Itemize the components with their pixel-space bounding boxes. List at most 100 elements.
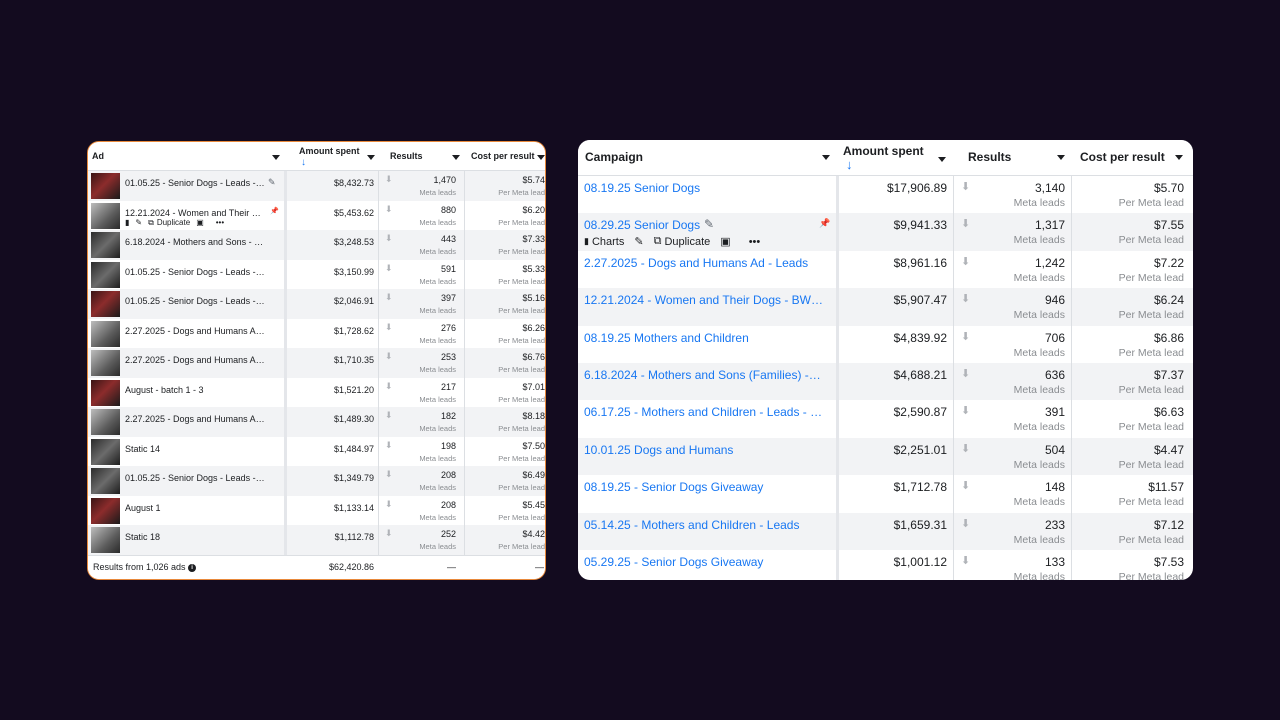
duplicate-button[interactable]: ⧉ Duplicate [148, 218, 190, 228]
header-campaign[interactable]: Campaign [585, 150, 643, 185]
sort-arrow-icon[interactable]: ↓ [301, 157, 306, 168]
table-row[interactable]: 08.19.25 Mothers and Children $4,839.92 ⬇ 7… [578, 326, 1193, 363]
ad-thumbnail[interactable] [91, 409, 120, 435]
caret-down-icon[interactable] [367, 155, 375, 160]
ad-thumbnail[interactable] [91, 320, 120, 347]
table-row[interactable]: 2.27.2025 - Dogs and Humans Ad -… $1,710.… [88, 348, 545, 378]
cost-per-result-unit: Per Meta lead [498, 483, 545, 492]
caret-down-icon[interactable] [272, 155, 280, 160]
campaign-name-link[interactable]: 06.17.25 - Mothers and Children - Leads … [584, 405, 824, 419]
more-icon[interactable]: ••• [749, 236, 761, 248]
pin-icon[interactable]: 📌 [819, 218, 830, 229]
ad-name[interactable]: 01.05.25 - Senior Dogs - Leads - JS… [125, 267, 265, 277]
duplicate-button[interactable]: ⧉ Duplicate [654, 235, 711, 248]
campaign-name-link[interactable]: 6.18.2024 - Mothers and Sons (Families) … [584, 368, 824, 382]
column-divider[interactable] [1071, 140, 1072, 580]
table-row[interactable]: 01.05.25 - Senior Dogs - Leads - JS… $3,1… [88, 260, 545, 290]
pencil-icon[interactable]: ✎ [135, 218, 142, 227]
campaign-name-link[interactable]: 08.19.25 Mothers and Children [584, 331, 824, 345]
ad-name[interactable]: 2.27.2025 - Dogs and Humans Ad -… [125, 414, 265, 424]
caret-down-icon[interactable] [938, 157, 946, 162]
ad-name[interactable]: 01.05.25 - Senior Dogs - Leads -… [125, 178, 265, 188]
table-row[interactable]: 08.29.25 Senior Dogs ✎ 📌 ▮ Charts ✎ ⧉ Duplicate… [578, 213, 1193, 251]
table-row[interactable]: 10.01.25 Dogs and Humans $2,251.01 ⬇ 504 Met… [578, 437, 1193, 476]
ad-thumbnail[interactable] [91, 379, 120, 406]
caret-down-icon[interactable] [1057, 155, 1065, 160]
info-icon[interactable]: i [188, 563, 197, 572]
campaign-name-link[interactable]: 2.27.2025 - Dogs and Humans Ad - Leads [584, 256, 824, 270]
column-divider[interactable] [836, 140, 839, 580]
results-unit: Meta leads [419, 276, 456, 286]
table-row[interactable]: 06.17.25 - Mothers and Children - Leads … [578, 400, 1193, 437]
table-row[interactable]: 01.05.25 - Senior Dogs - Leads - JS… $1,3… [88, 466, 545, 496]
caret-down-icon[interactable] [1175, 155, 1183, 160]
ad-name[interactable]: Static 18 [125, 532, 265, 542]
caret-down-icon[interactable] [822, 155, 830, 160]
ad-name[interactable]: 01.05.25 - Senior Dogs - Leads - JS… [125, 296, 265, 306]
ad-name[interactable]: 12.21.2024 - Women and Their D… [125, 208, 265, 218]
campaign-name-link[interactable]: 05.29.25 - Senior Dogs Giveaway [584, 555, 824, 569]
caret-down-icon[interactable] [452, 155, 460, 160]
table-row[interactable]: 05.14.25 - Mothers and Children - Leads $… [578, 512, 1193, 550]
table-row[interactable]: 01.05.25 - Senior Dogs - Leads - JS… $2,0… [88, 289, 545, 319]
column-divider[interactable] [284, 142, 287, 579]
charts-button[interactable]: ▮ Charts [584, 236, 624, 248]
preview-icon[interactable]: ▣ [196, 218, 204, 227]
cost-per-result-unit: Per Meta lead [498, 306, 545, 315]
column-divider[interactable] [953, 140, 954, 580]
ad-thumbnail[interactable] [91, 350, 120, 376]
campaign-name-link[interactable]: 10.01.25 Dogs and Humans [584, 443, 824, 457]
pencil-icon[interactable]: ✎ [634, 235, 643, 248]
pencil-icon[interactable]: ✎ [704, 217, 714, 231]
table-row[interactable]: August - batch 1 - 3 $1,521.20 ⬇ 217 Meta le… [88, 378, 545, 408]
column-divider[interactable] [464, 142, 465, 579]
header-amount-spent[interactable]: Amount spent [843, 144, 924, 179]
header-results[interactable]: Results [390, 151, 423, 179]
campaign-name-link[interactable]: 08.19.25 - Senior Dogs Giveaway [584, 480, 824, 494]
column-divider[interactable] [378, 142, 379, 579]
cost-per-result-unit: Per Meta lead [498, 365, 545, 374]
header-results[interactable]: Results [968, 150, 1011, 185]
ad-thumbnail[interactable] [91, 497, 120, 524]
table-row[interactable]: August 1 $1,133.14 ⬇ 208 Meta leads $5.45 Per … [88, 496, 545, 526]
campaign-name-link[interactable]: 05.14.25 - Mothers and Children - Leads [584, 518, 824, 532]
ad-name[interactable]: Static 14 [125, 444, 265, 454]
more-icon[interactable]: ••• [216, 218, 224, 227]
header-amount-spent[interactable]: Amount spent [299, 146, 360, 174]
ad-thumbnail[interactable] [91, 291, 120, 317]
ad-name[interactable]: August 1 [125, 503, 265, 513]
table-row[interactable]: 12.21.2024 - Women and Their D… 📌 ▮ ✎ ⧉ Dupli… [88, 201, 545, 231]
table-row[interactable]: 12.21.2024 - Women and Their Dogs - BW -… [578, 288, 1193, 326]
header-cost-per-result[interactable]: Cost per result [1080, 150, 1165, 185]
ad-thumbnail[interactable] [91, 261, 120, 288]
campaign-name-link[interactable]: 12.21.2024 - Women and Their Dogs - BW -… [584, 293, 824, 307]
ad-name[interactable]: August - batch 1 - 3 [125, 385, 265, 395]
table-row[interactable]: 08.19.25 - Senior Dogs Giveaway $1,712.78… [578, 475, 1193, 512]
ad-name[interactable]: 01.05.25 - Senior Dogs - Leads - JS… [125, 473, 265, 483]
ad-thumbnail[interactable] [91, 202, 120, 229]
preview-icon[interactable]: ▣ [720, 235, 730, 248]
ad-name[interactable]: 6.18.2024 - Mothers and Sons - Lea… [125, 237, 265, 247]
ad-thumbnail[interactable] [91, 468, 120, 494]
chart-icon[interactable]: ▮ [125, 218, 129, 227]
header-cost-per-result[interactable]: Cost per result [471, 151, 535, 179]
pencil-icon[interactable]: ✎ [268, 177, 276, 188]
caret-down-icon[interactable] [537, 155, 545, 160]
ad-thumbnail[interactable] [91, 438, 120, 465]
sort-arrow-icon[interactable]: ↓ [846, 157, 853, 172]
ad-name[interactable]: 2.27.2025 - Dogs and Humans Ad -… [125, 355, 265, 365]
table-row[interactable]: Static 18 $1,112.78 ⬇ 252 Meta leads $4.42 Per… [88, 525, 545, 555]
table-row[interactable]: 6.18.2024 - Mothers and Sons (Families) … [578, 363, 1193, 401]
table-row[interactable]: 2.27.2025 - Dogs and Humans Ad -… $1,728.… [88, 319, 545, 349]
table-row[interactable]: 05.29.25 - Senior Dogs Giveaway $1,001.12… [578, 550, 1193, 580]
ad-thumbnail[interactable] [91, 527, 120, 553]
table-row[interactable]: Static 14 $1,484.97 ⬇ 198 Meta leads $7.50 Per… [88, 437, 545, 467]
table-row[interactable]: 2.27.2025 - Dogs and Humans Ad - Leads $8… [578, 251, 1193, 288]
ad-thumbnail[interactable] [91, 232, 120, 258]
pin-icon[interactable]: 📌 [270, 207, 279, 215]
table-row[interactable]: 2.27.2025 - Dogs and Humans Ad -… $1,489.… [88, 407, 545, 437]
header-ad[interactable]: Ad [92, 151, 104, 179]
ad-name[interactable]: 2.27.2025 - Dogs and Humans Ad -… [125, 326, 265, 336]
campaign-name-link[interactable]: 08.29.25 Senior Dogs [584, 218, 700, 232]
table-row[interactable]: 6.18.2024 - Mothers and Sons - Lea… $3,24… [88, 230, 545, 260]
